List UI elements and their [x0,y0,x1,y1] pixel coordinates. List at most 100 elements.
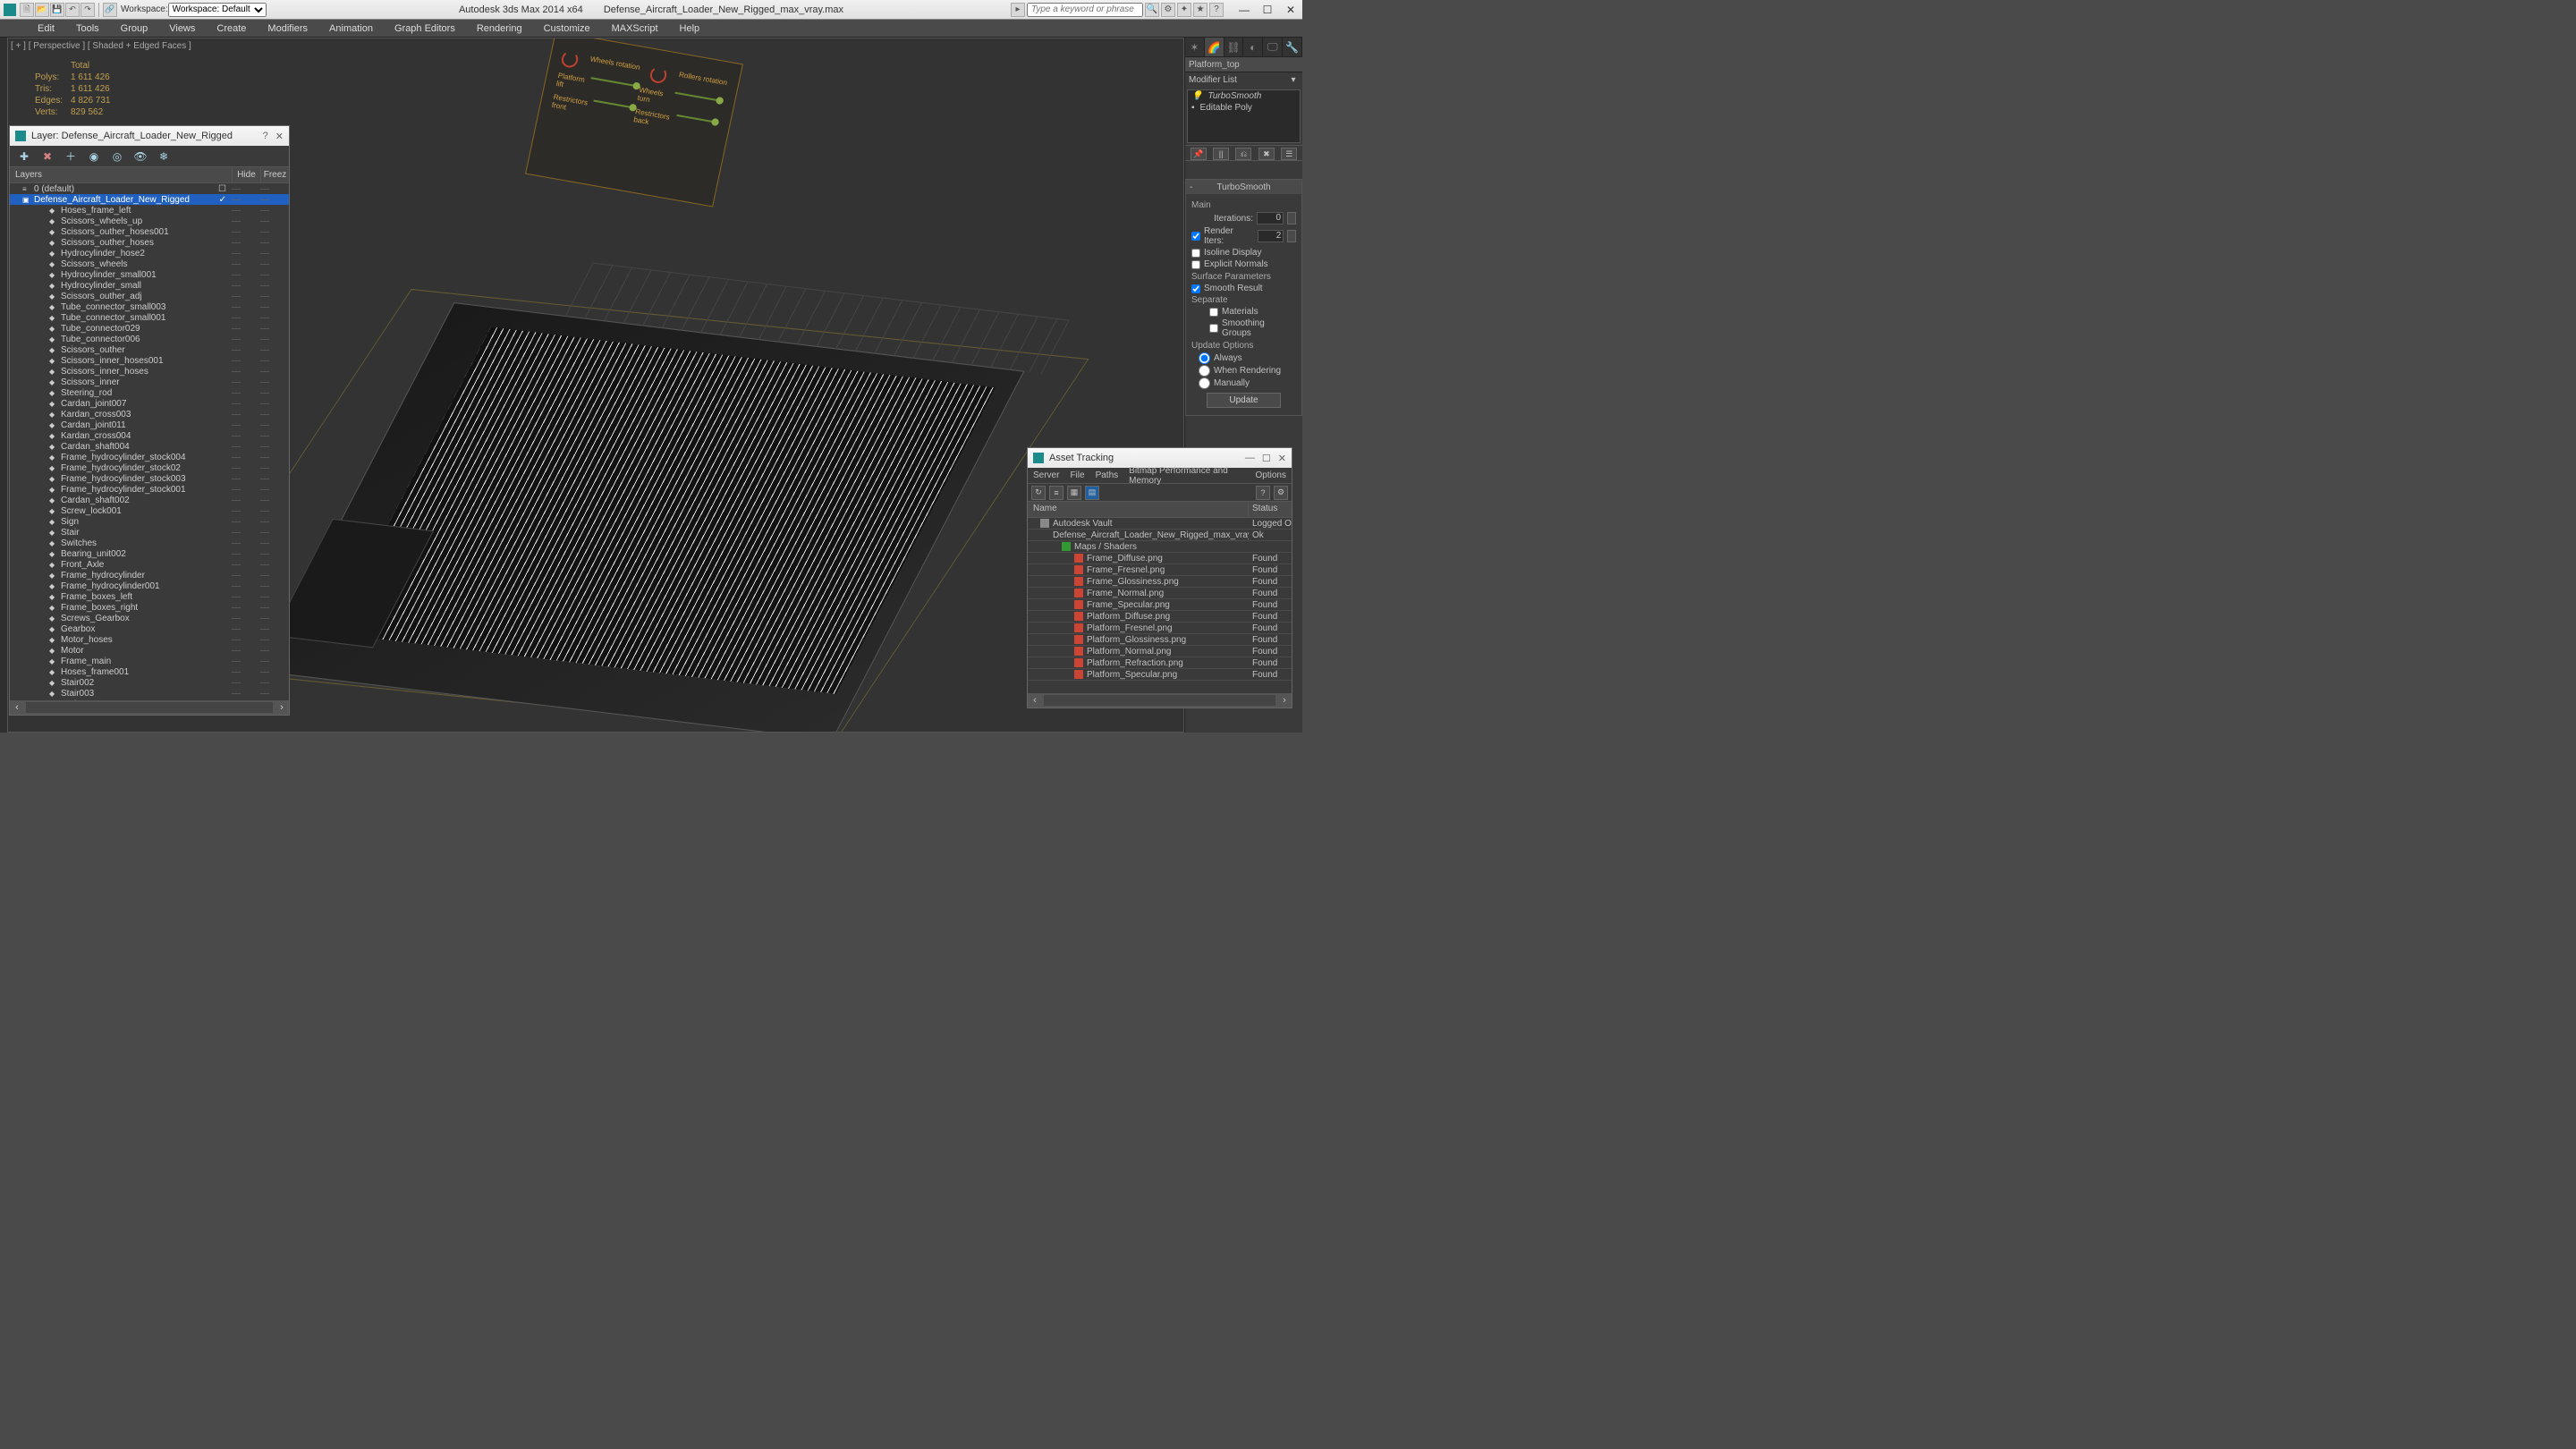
help-icon[interactable]: ? [1209,3,1224,17]
layer-row[interactable]: ◆Scissors_outher_hoses—— [10,237,289,248]
layer-close-icon[interactable]: ✕ [275,131,284,142]
scroll-right-icon[interactable]: › [1277,693,1292,708]
update-button[interactable]: Update [1207,393,1280,408]
menu-rendering[interactable]: Rendering [466,23,533,34]
select-highlight-button[interactable]: ◉ [87,149,101,164]
layer-row[interactable]: ◆Stair003—— [10,688,289,699]
pin-stack-button[interactable]: 📌 [1191,148,1207,160]
scroll-right-icon[interactable]: › [275,700,289,715]
asset-tracking-dialog[interactable]: Asset Tracking — ☐ ✕ Server File Paths B… [1027,447,1292,708]
asset-menu-options[interactable]: Options [1256,470,1286,480]
layer-row[interactable]: ◆Hydrocylinder_small—— [10,280,289,291]
layer-row[interactable]: ◆Frame_boxes_left—— [10,591,289,602]
render-iters-spinner[interactable]: 2 [1258,230,1284,242]
asset-close-icon[interactable]: ✕ [1278,453,1286,464]
asset-menu-bitmap[interactable]: Bitmap Performance and Memory [1129,466,1244,486]
layer-hscroll[interactable]: ‹ › [10,700,289,715]
layer-help-icon[interactable]: ? [263,131,268,142]
layer-row[interactable]: ◆Tube_connector_small001—— [10,312,289,323]
show-end-button[interactable]: || [1213,148,1229,160]
layer-tree[interactable]: ≡0 (default)☐—— ▣Defense_Aircraft_Loader… [10,183,289,700]
spinner-buttons[interactable] [1287,230,1296,242]
search-input[interactable] [1027,3,1143,17]
tab-utilities[interactable]: 🔧 [1283,38,1302,56]
layer-row[interactable]: ◆Tube_connector006—— [10,334,289,344]
delete-layer-button[interactable]: ✖ [40,149,55,164]
layer-row[interactable]: ◆Stair—— [10,527,289,538]
asset-hscroll[interactable]: ‹ › [1028,693,1292,708]
layer-row[interactable]: ◆Scissors_inner_hoses001—— [10,355,289,366]
layer-dialog-titlebar[interactable]: Layer: Defense_Aircraft_Loader_New_Rigge… [10,126,289,146]
layer-row[interactable]: ◆Frame_main—— [10,656,289,666]
menu-customize[interactable]: Customize [533,23,601,34]
layer-row[interactable]: ◆Hydrocylinder_small001—— [10,269,289,280]
menu-views[interactable]: Views [158,23,206,34]
asset-row[interactable]: Platform_Refraction.pngFound [1028,657,1292,669]
layer-dialog[interactable]: Layer: Defense_Aircraft_Loader_New_Rigge… [9,125,290,716]
layer-checkbox[interactable]: ✓ [219,195,226,205]
col-layers[interactable]: Layers [10,167,232,182]
asset-row[interactable]: Platform_Glossiness.pngFound [1028,634,1292,646]
asset-menu-paths[interactable]: Paths [1096,470,1119,480]
dropdown-icon[interactable]: ▾ [1288,75,1299,85]
layer-row[interactable]: ◆Hoses_frame001—— [10,666,289,677]
open-file-button[interactable]: 📂 [35,3,49,17]
menu-edit[interactable]: Edit [27,23,65,34]
layer-row[interactable]: ◆Frame_hydrocylinder_stock003—— [10,473,289,484]
link-button[interactable]: 🔗 [103,3,117,17]
stack-editable-poly[interactable]: Editable Poly [1200,103,1252,113]
layer-expand-icon[interactable]: ▣ [22,196,31,204]
asset-row[interactable]: Autodesk VaultLogged O [1028,518,1292,530]
asset-row[interactable]: Frame_Diffuse.pngFound [1028,553,1292,564]
asset-icons-button[interactable]: ▤ [1085,486,1099,500]
search-icon[interactable]: 🔍 [1145,3,1159,17]
asset-row[interactable]: Platform_Normal.pngFound [1028,646,1292,657]
asset-row[interactable]: Frame_Glossiness.pngFound [1028,576,1292,588]
control-hud[interactable]: Wheels rotationRollers rotation Platform… [525,38,743,208]
asset-row[interactable]: Platform_Specular.pngFound [1028,669,1292,681]
layer-row[interactable]: ◆Cardan_shaft002—— [10,495,289,505]
iterations-spinner[interactable]: 0 [1257,212,1284,225]
layer-row[interactable]: ◆Frame_hydrocylinder_stock004—— [10,452,289,462]
menu-group[interactable]: Group [110,23,159,34]
menu-graph-editors[interactable]: Graph Editors [384,23,466,34]
layer-row[interactable]: ◆Front_Axle—— [10,559,289,570]
layer-row[interactable]: ◆Scissors_wheels—— [10,258,289,269]
tab-modify[interactable]: 🌈 [1205,38,1224,56]
menu-modifiers[interactable]: Modifiers [257,23,318,34]
asset-min-icon[interactable]: — [1245,453,1255,464]
layer-row[interactable]: ◆Cardan_shaft004—— [10,441,289,452]
layer-row[interactable]: ≡0 (default)☐—— [10,183,289,194]
favorite-icon[interactable]: ★ [1193,3,1208,17]
remove-mod-button[interactable]: ✖ [1258,148,1275,160]
exchange-icon[interactable]: ✦ [1177,3,1191,17]
sep-materials-checkbox[interactable] [1209,308,1218,317]
update-manual-radio[interactable] [1199,377,1210,389]
layer-row[interactable]: ◆Bearing_unit002—— [10,548,289,559]
layer-row[interactable]: ◆Switches—— [10,538,289,548]
asset-max-icon[interactable]: ☐ [1262,453,1271,464]
menu-create[interactable]: Create [206,23,257,34]
layer-row[interactable]: ◆Gearbox—— [10,623,289,634]
modifier-stack[interactable]: 💡TurboSmooth ▪Editable Poly [1187,89,1301,143]
layer-row[interactable]: ◆Steering_rod—— [10,387,289,398]
layer-row[interactable]: ◆Stair002—— [10,677,289,688]
layer-row[interactable]: ◆Tube_connector029—— [10,323,289,334]
layer-row[interactable]: ◆Kardan_cross004—— [10,430,289,441]
add-to-layer-button[interactable]: ＋ [64,149,78,164]
asset-help-button[interactable]: ? [1256,486,1270,500]
layer-row-selected[interactable]: ▣Defense_Aircraft_Loader_New_Rigged✓—— [10,194,289,205]
stack-turbosmooth[interactable]: TurboSmooth [1208,91,1261,101]
layer-row[interactable]: ◆Screw_lock001—— [10,505,289,516]
col-freeze[interactable]: Freez [260,167,289,182]
asset-row[interactable]: Frame_Fresnel.pngFound [1028,564,1292,576]
layer-row[interactable]: ◆Sign—— [10,516,289,527]
update-always-radio[interactable] [1199,352,1210,364]
asset-row[interactable]: Frame_Specular.pngFound [1028,599,1292,611]
rollout-title[interactable]: TurboSmooth [1186,180,1301,194]
scroll-track[interactable] [26,702,273,713]
asset-row[interactable]: Frame_Normal.pngFound [1028,588,1292,599]
new-file-button[interactable]: 🗎 [20,3,34,17]
asset-row[interactable]: Platform_Diffuse.pngFound [1028,611,1292,623]
hide-unhide-button[interactable]: 👁 [133,149,148,164]
